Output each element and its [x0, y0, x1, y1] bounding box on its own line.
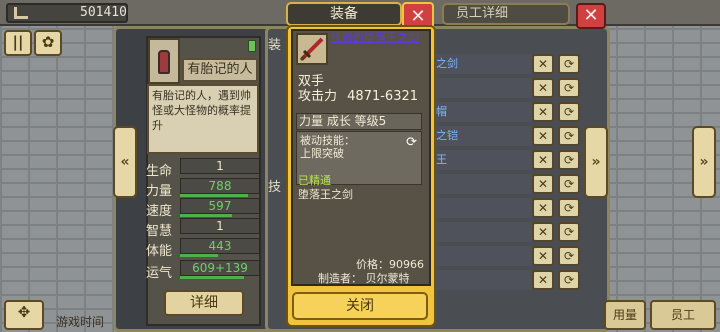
double-right-arrow-icon: »	[591, 154, 601, 170]
attack-value: 4871-6321	[347, 89, 419, 104]
mastered-skill: 堕落王之剑	[298, 188, 353, 201]
stat-value: 597	[180, 198, 260, 214]
settings-button[interactable]: ✿	[34, 30, 62, 56]
stat-label: 体能	[146, 244, 173, 259]
stat-label: 生命	[146, 164, 173, 179]
weapon-attack: 攻击力 4871-6321	[298, 85, 418, 104]
close-icon: ✕	[410, 6, 426, 27]
remove-button[interactable]: ✕	[532, 150, 554, 170]
remove-button[interactable]: ✕	[532, 270, 554, 290]
stat-value: 443	[180, 238, 260, 254]
remove-button[interactable]: ✕	[532, 78, 554, 98]
equipment-row[interactable]: 之铠	[428, 126, 532, 146]
chart-icon	[14, 7, 28, 19]
equip-tab[interactable]: 装	[268, 34, 286, 53]
close-detail-button[interactable]: ✕	[576, 3, 606, 29]
stat-value: 1	[180, 218, 260, 234]
refresh-icon[interactable]: ⟳	[406, 136, 417, 149]
remove-button[interactable]: ✕	[532, 126, 554, 146]
remove-button[interactable]: ✕	[532, 246, 554, 266]
double-right-arrow-icon: »	[699, 154, 709, 170]
swap-button[interactable]: ⟳	[558, 150, 580, 170]
equipment-title: 装备	[286, 2, 402, 26]
swap-button[interactable]: ⟳	[558, 78, 580, 98]
equipment-row[interactable]	[428, 198, 532, 218]
remove-button[interactable]: ✕	[532, 102, 554, 122]
coin-value: 501410	[80, 5, 127, 20]
equipment-row[interactable]	[428, 246, 532, 266]
stat-row: 速度 597	[146, 198, 264, 219]
stat-row: 体能 443	[146, 238, 264, 259]
coin-counter: 501410	[6, 3, 128, 23]
skill-label: 被动技能：	[300, 134, 355, 147]
character-description: 有胎记的人，遇到帅怪或大怪物的概率提升	[147, 84, 259, 154]
swap-button[interactable]: ⟳	[558, 102, 580, 122]
sword-icon	[296, 33, 328, 65]
skill-tab[interactable]: 技	[268, 176, 286, 195]
stat-value: 609+139	[180, 260, 260, 276]
stat-bar	[180, 276, 244, 279]
weapon-name[interactable]: 传奇的堕落王之剑	[331, 32, 429, 44]
swap-button[interactable]: ⟳	[558, 198, 580, 218]
stat-value: 1	[180, 158, 260, 174]
remove-button[interactable]: ✕	[532, 198, 554, 218]
stat-bar	[180, 194, 248, 197]
stat-row: 力量 788	[146, 178, 264, 199]
skill-value: 上限突破	[300, 147, 344, 160]
stat-label: 智慧	[146, 224, 173, 239]
stat-row: 生命 1	[146, 158, 264, 179]
detail-button[interactable]: 详细	[164, 290, 244, 316]
stat-bar	[180, 254, 218, 257]
weapon-maker: 制造者： 贝尔蒙特	[318, 272, 410, 285]
employee-detail-title: 员工详细	[442, 3, 570, 25]
swap-button[interactable]: ⟳	[558, 270, 580, 290]
attack-label: 攻击力	[298, 89, 338, 104]
stat-row: 智慧 1	[146, 218, 264, 239]
next-arrow-button[interactable]: »	[584, 126, 608, 198]
equipment-row[interactable]: 王	[428, 150, 532, 170]
equipment-row[interactable]	[428, 222, 532, 242]
move-button[interactable]: ✥	[4, 300, 44, 330]
double-left-arrow-icon: «	[120, 154, 130, 170]
pause-icon: ||	[12, 33, 24, 51]
scroll-right-button[interactable]: »	[692, 126, 716, 198]
pause-button[interactable]: ||	[4, 30, 32, 56]
move-icon: ✥	[17, 303, 31, 321]
stat-row: 运气 609+139	[146, 260, 264, 281]
stat-value: 788	[180, 178, 260, 194]
close-button[interactable]: 关闭	[292, 292, 428, 320]
swap-button[interactable]: ⟳	[558, 222, 580, 242]
character-name: 有胎记的人	[182, 58, 258, 82]
remove-button[interactable]: ✕	[532, 174, 554, 194]
equipment-row[interactable]: 之剑	[428, 54, 532, 74]
equipment-row[interactable]	[428, 270, 532, 290]
weapon-attribute: 力量 成长 等级5	[296, 113, 422, 130]
usage-button[interactable]: 用量	[604, 300, 646, 330]
stat-label: 力量	[146, 184, 173, 199]
gear-icon: ✿	[41, 33, 55, 51]
game-time-label: 游戏时间	[56, 315, 105, 329]
swap-button[interactable]: ⟳	[558, 174, 580, 194]
equipment-row[interactable]	[428, 78, 532, 98]
avatar	[148, 38, 180, 84]
equipment-row[interactable]	[428, 174, 532, 194]
remove-button[interactable]: ✕	[532, 222, 554, 242]
swap-button[interactable]: ⟳	[558, 126, 580, 146]
prev-arrow-button[interactable]: «	[113, 126, 137, 198]
equipment-row[interactable]: 帽	[428, 102, 532, 122]
character-sprite-icon	[158, 50, 170, 74]
stat-label: 运气	[146, 266, 173, 281]
employee-button[interactable]: 员工	[650, 300, 716, 330]
stat-bar	[180, 214, 232, 217]
status-flag-icon	[248, 40, 256, 52]
stat-label: 速度	[146, 204, 173, 219]
close-icon: ✕	[583, 5, 599, 26]
remove-button[interactable]: ✕	[532, 54, 554, 74]
swap-button[interactable]: ⟳	[558, 246, 580, 266]
swap-button[interactable]: ⟳	[558, 54, 580, 74]
